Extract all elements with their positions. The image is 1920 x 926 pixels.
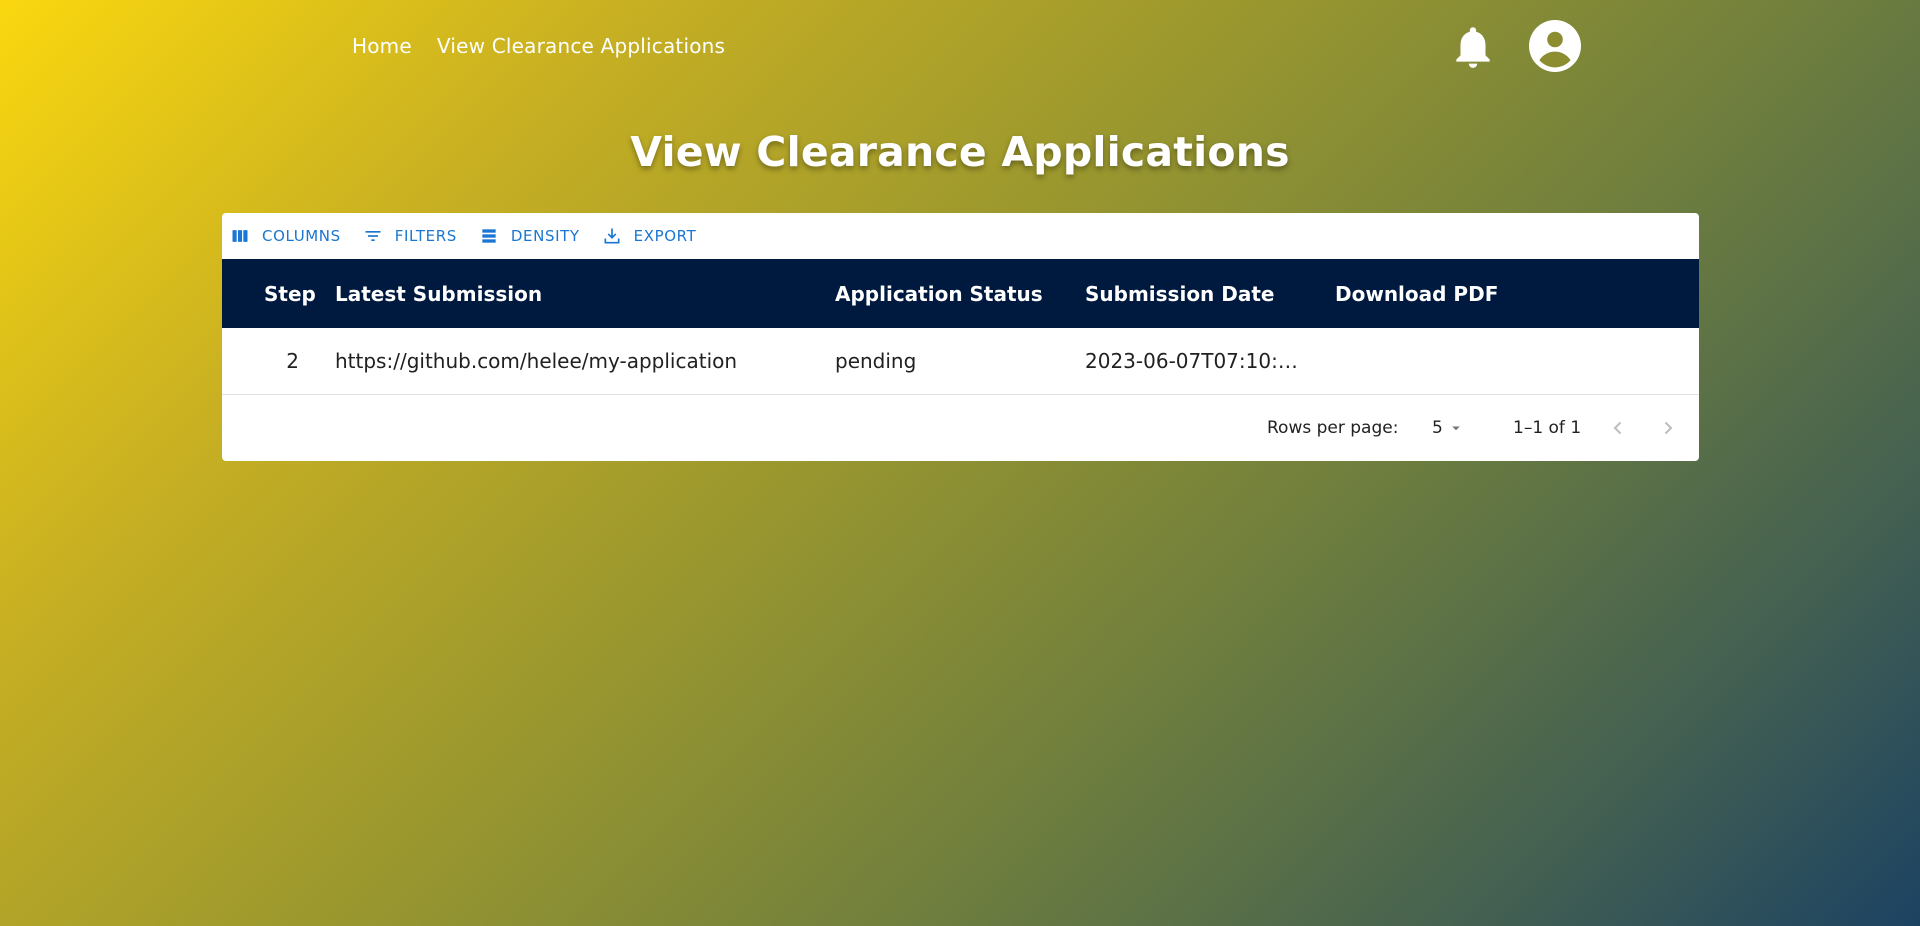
top-nav: Home View Clearance Applications: [352, 34, 725, 58]
rows-per-page-value: 5: [1432, 418, 1443, 438]
arrow-drop-down-icon: [1452, 426, 1460, 431]
nav-applications-link[interactable]: View Clearance Applications: [437, 34, 725, 58]
table-header: Step Latest Submission Application Statu…: [222, 259, 1699, 328]
table-row[interactable]: 2 https://github.com/helee/my-applicatio…: [222, 328, 1699, 395]
chevron-left-icon: [1613, 421, 1622, 435]
columns-label: Columns: [262, 227, 341, 245]
filters-label: Filters: [394, 227, 457, 245]
density-icon: [482, 229, 496, 243]
rows-per-page-select[interactable]: 5: [1432, 418, 1465, 438]
column-header-submission-date[interactable]: Submission Date: [1085, 282, 1274, 306]
filters-button[interactable]: Filters: [363, 226, 457, 246]
export-label: Export: [633, 227, 697, 245]
column-header-step[interactable]: Step: [264, 282, 316, 306]
grid-footer: Rows per page: 5 1–1 of 1: [222, 395, 1699, 461]
cell-latest-submission: https://github.com/helee/my-application: [335, 349, 738, 373]
next-page-button[interactable]: [1656, 416, 1680, 440]
previous-page-button[interactable]: [1606, 416, 1630, 440]
column-header-application-status[interactable]: Application Status: [835, 282, 1043, 306]
pagination-range: 1–1 of 1: [1513, 418, 1582, 438]
grid-toolbar: Columns Filters Density Export: [222, 213, 1699, 259]
applications-data-grid: Columns Filters Density Export: [222, 213, 1699, 461]
page-title: View Clearance Applications: [630, 128, 1290, 176]
chevron-right-icon: [1664, 421, 1673, 435]
account-circle-icon[interactable]: [1529, 20, 1581, 72]
cell-step: 2: [286, 349, 299, 373]
density-button[interactable]: Density: [479, 226, 580, 246]
nav-home-link[interactable]: Home: [352, 34, 412, 58]
cell-application-status: pending: [835, 349, 917, 373]
bell-icon[interactable]: [1448, 20, 1498, 74]
export-button[interactable]: Export: [602, 226, 697, 246]
column-header-latest-submission[interactable]: Latest Submission: [335, 282, 542, 306]
filter-list-icon: [365, 231, 381, 241]
cell-submission-date: 2023-06-07T07:10:14.: [1085, 349, 1307, 373]
density-label: Density: [510, 227, 580, 245]
view-column-icon: [232, 230, 248, 242]
rows-per-page-label: Rows per page:: [1267, 418, 1399, 438]
column-header-download-pdf[interactable]: Download PDF: [1335, 282, 1498, 306]
download-icon: [604, 228, 620, 244]
columns-button[interactable]: Columns: [230, 226, 341, 246]
